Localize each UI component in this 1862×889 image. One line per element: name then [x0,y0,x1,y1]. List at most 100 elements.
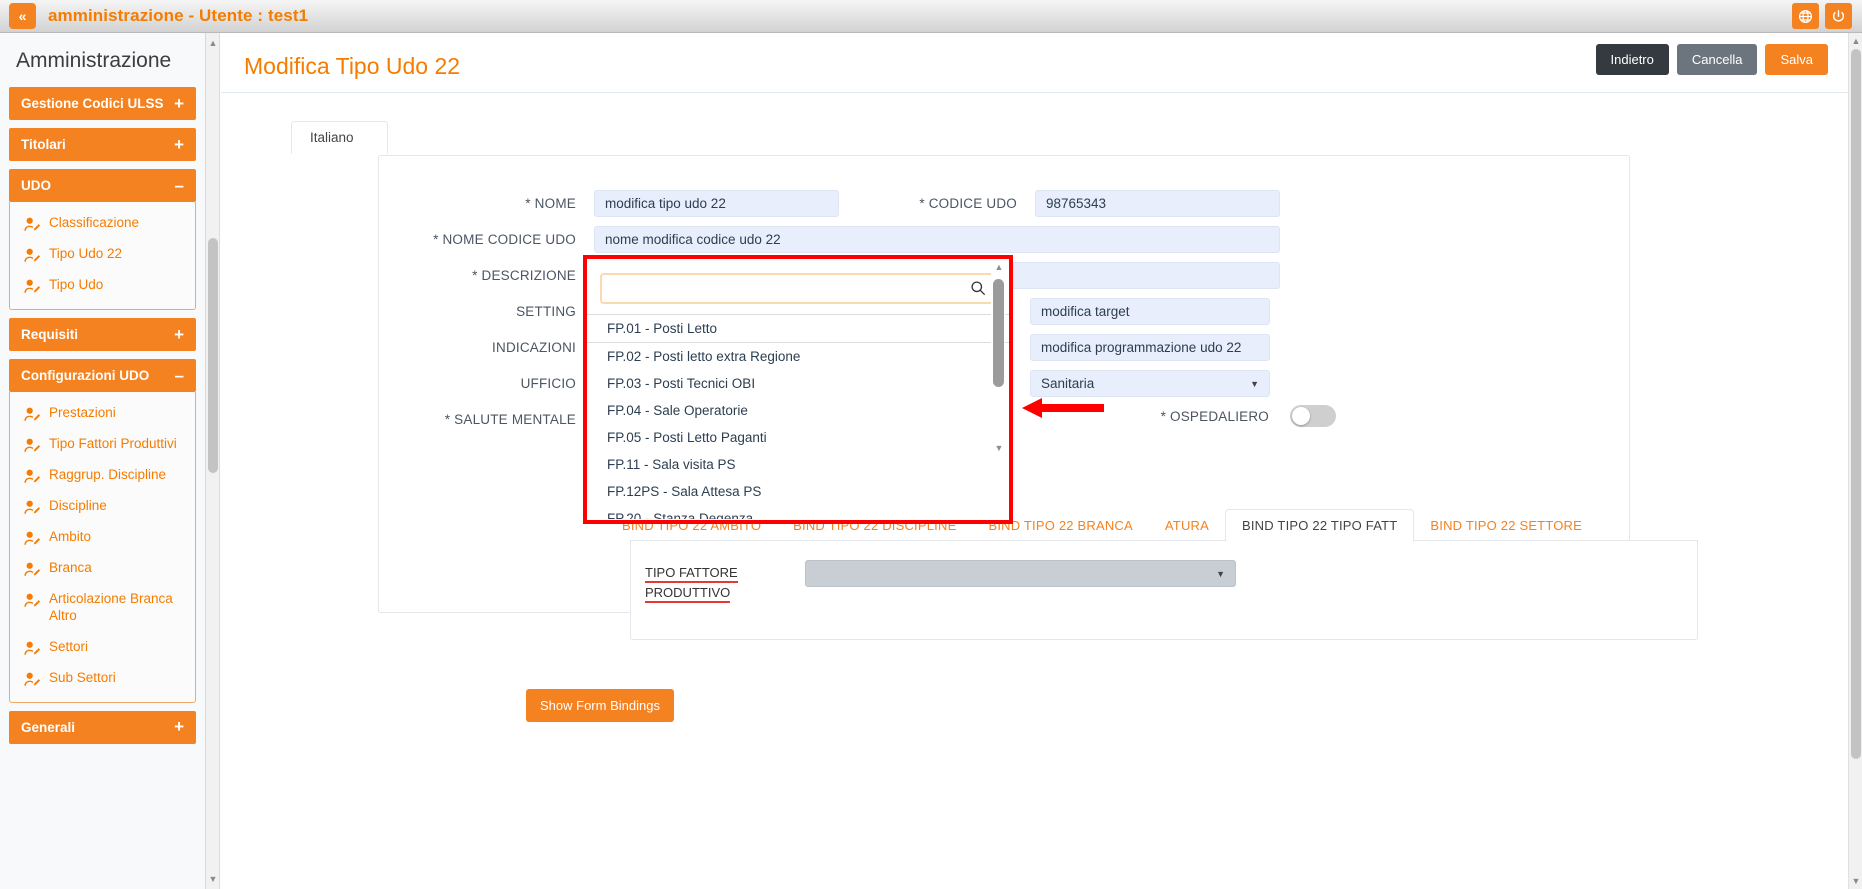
page-header: Modifica Tipo Udo 22 Indietro Cancella S… [221,33,1848,93]
sidebar-item-sub-settori[interactable]: Sub Settori [10,663,195,694]
sidebar-item-ambito[interactable]: Ambito [10,522,195,553]
nome-codice-udo-input[interactable] [594,226,1280,253]
minus-icon[interactable]: – [175,177,184,194]
sidebar-item-tipo-udo[interactable]: Tipo Udo [10,270,195,301]
programmazione-input[interactable] [1030,334,1270,361]
plus-icon[interactable]: + [174,718,184,735]
indicazioni-label: INDICAZIONI [492,340,576,355]
dropdown-search-input[interactable] [600,273,996,304]
app-title: amministrazione - Utente : test1 [48,6,309,25]
sidebar-group-label: Gestione Codici ULSS [21,96,164,111]
tab-bind-tipo-22-settore[interactable]: BIND TIPO 22 SETTORE [1414,510,1598,541]
show-form-bindings-button[interactable]: Show Form Bindings [526,689,674,722]
dropdown-option[interactable]: FP.03 - Posti Tecnici OBI [587,370,1009,397]
user-edit-icon [24,672,41,687]
field-target [1030,298,1270,325]
dropdown-option[interactable]: FP.12PS - Sala Attesa PS [587,478,1009,505]
sidebar-group-label: UDO [21,178,51,193]
sidebar-group-1: Titolari + [9,128,196,161]
field-nome-codice-udo: * NOME CODICE UDO [407,226,1280,253]
sidebar-title: Amministrazione [16,49,172,72]
dropdown-option[interactable]: FP.01 - Posti Letto [587,314,1009,343]
sidebar-group-header-5[interactable]: Generali + [9,710,196,744]
sidebar-item-settori[interactable]: Settori [10,632,195,663]
user-edit-icon [24,438,41,453]
sidebar-item-discipline[interactable]: Discipline [10,491,195,522]
setting-dropdown-panel: FP.01 - Posti Letto FP.02 - Posti letto e… [583,255,1013,524]
dropdown-scroll-down-icon[interactable]: ▼ [994,443,1004,453]
sidebar-item-label: Tipo Fattori Produttivi [49,436,177,451]
plus-icon[interactable]: + [174,326,184,343]
sidebar-group-2: UDO – Classificazione Tipo Udo 22 Tipo Udo [9,169,196,310]
main-scrollbar[interactable]: ▲ ▼ [1848,33,1862,889]
main-scroll-up-icon[interactable]: ▲ [1851,36,1861,46]
sidebar-item-articolazione-branca-altro[interactable]: Articolazione Branca Altro [10,584,195,632]
sidebar-item-raggrup-discipline[interactable]: Raggrup. Discipline [10,460,195,491]
language-tab-italiano[interactable]: Italiano [291,121,388,154]
user-edit-icon [24,248,41,263]
user-edit-icon [24,469,41,484]
ospedaliero-toggle[interactable] [1290,405,1336,427]
sidebar-item-tipo-fattori-produttivi[interactable]: Tipo Fattori Produttivi [10,429,195,460]
main-content: Modifica Tipo Udo 22 Indietro Cancella S… [221,33,1848,889]
ospedaliero-label: * OSPEDALIERO [1160,408,1269,424]
dropdown-option-list[interactable]: FP.01 - Posti Letto FP.02 - Posti letto e… [587,314,1009,519]
minus-icon[interactable]: – [175,367,184,384]
tipologia-select[interactable]: Sanitaria ▼ [1030,370,1270,397]
sidebar-submenu-2: Classificazione Tipo Udo 22 Tipo Udo [9,202,196,310]
sidebar-group-header-0[interactable]: Gestione Codici ULSS + [9,87,196,120]
nome-label: * NOME [525,196,576,211]
sidebar-scrollbar[interactable]: ▲ ▼ [206,33,220,889]
dropdown-option[interactable]: FP.04 - Sale Operatorie [587,397,1009,424]
ufficio-label: UFFICIO [520,376,576,391]
main-scroll-down-icon[interactable]: ▼ [1851,876,1861,886]
plus-icon[interactable]: + [174,95,184,112]
globe-icon[interactable] [1792,3,1819,29]
sidebar-item-branca[interactable]: Branca [10,553,195,584]
toggle-knob [1292,407,1310,425]
power-icon[interactable] [1825,3,1852,29]
target-input[interactable] [1030,298,1270,325]
tipo-fattore-produttivo-select[interactable]: ▼ [805,560,1236,587]
dropdown-scroll-thumb[interactable] [993,279,1004,387]
sidebar-item-prestazioni[interactable]: Prestazioni [10,398,195,429]
sidebar-item-classificazione[interactable]: Classificazione [10,208,195,239]
sidebar-scroll-thumb[interactable] [208,238,218,473]
sidebar-group-label: Generali [21,719,76,735]
dropdown-scroll-up-icon[interactable]: ▲ [994,262,1004,272]
dropdown-option[interactable]: FP.02 - Posti letto extra Regione [587,343,1009,370]
plus-icon[interactable]: + [174,136,184,153]
codice-udo-label: * CODICE UDO [919,196,1017,211]
save-button[interactable]: Salva [1765,44,1828,75]
sidebar-item-label: Prestazioni [49,405,116,420]
sidebar-group-header-1[interactable]: Titolari + [9,128,196,161]
sidebar-group-header-3[interactable]: Requisiti + [9,318,196,351]
sidebar-scroll-up-icon[interactable]: ▲ [208,38,218,48]
main-scroll-thumb[interactable] [1851,49,1861,759]
sidebar-scroll-down-icon[interactable]: ▼ [208,874,218,884]
sidebar-group-header-2[interactable]: UDO – [9,169,196,202]
cancel-button[interactable]: Cancella [1676,44,1758,75]
sidebar-group-0: Gestione Codici ULSS + [9,87,196,120]
tab-bind-tipo-22-tipo-fatt[interactable]: BIND TIPO 22 TIPO FATT [1225,509,1415,542]
back-button[interactable]: Indietro [1595,44,1669,75]
dropdown-option[interactable]: FP.05 - Posti Letto Paganti [587,424,1009,451]
codice-udo-input[interactable] [1035,190,1280,217]
field-ospedaliero: * OSPEDALIERO [1151,405,1336,427]
sidebar-group-header-4[interactable]: Configurazioni UDO – [9,359,196,392]
dropdown-scrollbar[interactable]: ▲ ▼ [991,259,1005,456]
tab-atura[interactable]: ATURA [1149,510,1225,541]
sidebar: Amministrazione Gestione Codici ULSS + Tit… [0,33,206,889]
nome-input[interactable] [594,190,839,217]
user-edit-icon [24,279,41,294]
sidebar-item-label: Ambito [49,529,92,544]
sidebar-collapse-icon[interactable]: « [9,3,36,29]
descrizione-label: * DESCRIZIONE [472,268,576,283]
tfp-label-line1: TIPO FATTORE [645,565,738,583]
dropdown-option[interactable]: FP.20 - Stanza Degenza [587,505,1009,519]
dropdown-option[interactable]: FP.11 - Sala visita PS [587,451,1009,478]
sidebar-menu: Gestione Codici ULSS + Titolari + UDO – Classi… [0,87,205,744]
user-edit-icon [24,500,41,515]
sidebar-item-tipo-udo-22[interactable]: Tipo Udo 22 [10,239,195,270]
sidebar-item-label: Raggrup. Discipline [49,467,167,482]
